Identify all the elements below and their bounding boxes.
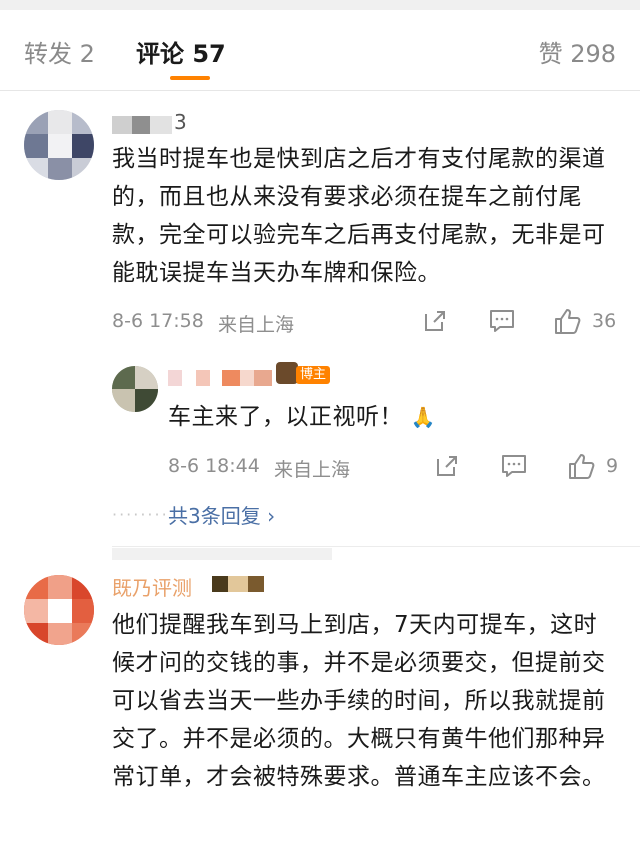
comment-text: 我当时提车也是快到店之后才有支付尾款的渠道的，而且也从来没有要求必须在提车之前付… bbox=[112, 146, 606, 286]
comment-text: 他们提醒我车到马上到店，7天内可提车，这时候才问的交钱的事，并不是必须要交，但提… bbox=[112, 612, 606, 790]
reply-timestamp: 8-6 18:44 bbox=[168, 455, 260, 477]
share-icon bbox=[425, 311, 445, 331]
thumbs-up-icon bbox=[555, 309, 581, 334]
username-partial: 3 bbox=[174, 110, 187, 134]
avatar[interactable] bbox=[24, 110, 94, 180]
reply-button[interactable] bbox=[488, 308, 516, 334]
username-partial: 既乃评测 bbox=[112, 576, 192, 600]
reply-username[interactable] bbox=[168, 368, 278, 390]
reply-avatar[interactable] bbox=[112, 366, 158, 412]
comment-icon bbox=[490, 310, 514, 332]
reply-location: 来自上海 bbox=[274, 459, 351, 481]
more-replies-link[interactable]: 共3条回复 › bbox=[168, 500, 275, 529]
thumbs-up-icon bbox=[569, 454, 595, 479]
tab-likes[interactable]: 赞 298 bbox=[539, 34, 616, 69]
divider bbox=[112, 546, 640, 547]
tab-comments[interactable]: 评论 57 bbox=[136, 34, 226, 69]
reply-text-body: 车主来了，以正视听！ bbox=[168, 404, 403, 430]
comment-location: 来自上海 bbox=[218, 314, 295, 336]
status-strip bbox=[0, 0, 640, 10]
username[interactable]: 3 bbox=[112, 110, 222, 136]
divider bbox=[0, 90, 640, 91]
active-tab-indicator bbox=[170, 76, 210, 80]
reply-text: 车主来了，以正视听！ 🙏 bbox=[168, 398, 608, 436]
tab-bar: 转发 2 评论 57 赞 298 bbox=[0, 10, 640, 90]
reply-like-button[interactable]: 9 bbox=[566, 451, 618, 481]
tab-reposts[interactable]: 转发 2 bbox=[24, 34, 95, 69]
reply-share-button[interactable] bbox=[434, 453, 460, 479]
share-button[interactable] bbox=[422, 308, 448, 334]
badge-avatar bbox=[276, 362, 298, 384]
thread-dots: ········ bbox=[112, 505, 169, 524]
blurred-header bbox=[112, 548, 332, 560]
avatar[interactable] bbox=[24, 575, 94, 645]
comment-icon bbox=[502, 455, 526, 477]
like-count: 36 bbox=[592, 310, 617, 332]
pray-emoji-icon: 🙏 bbox=[410, 405, 437, 429]
reply-like-count: 9 bbox=[606, 455, 619, 477]
username[interactable]: 既乃评测 bbox=[112, 572, 312, 600]
comment-timestamp: 8-6 17:58 bbox=[112, 310, 204, 332]
like-button[interactable]: 36 bbox=[552, 306, 616, 336]
share-icon bbox=[437, 456, 457, 476]
reply-comment-button[interactable] bbox=[500, 453, 528, 479]
author-badge: 博主 bbox=[296, 366, 331, 384]
